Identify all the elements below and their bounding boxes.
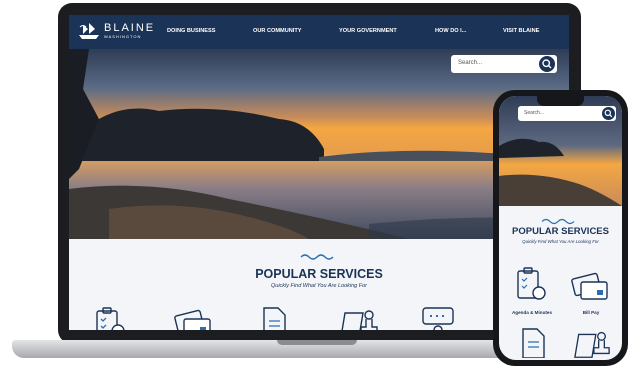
clipboard-clock-icon[interactable]	[515, 266, 549, 302]
search-bar[interactable]: Search...	[451, 55, 557, 73]
ship-icon	[79, 23, 99, 39]
search-icon	[604, 109, 613, 118]
wave-icon	[300, 254, 334, 260]
nav-our-community[interactable]: OUR COMMUNITY	[253, 28, 301, 34]
phone-popular-services-subtitle: Quickly Find What You Are Looking For	[522, 239, 599, 244]
nav-visit-blaine[interactable]: VISIT BLAINE	[503, 28, 539, 34]
search-button[interactable]	[539, 56, 555, 72]
document-icon[interactable]	[521, 328, 547, 358]
search-input[interactable]: Search...	[458, 60, 482, 66]
phone-hero-image: Search...	[499, 96, 622, 206]
main-navigation: BLAINE WASHINGTON DOING BUSINESS OUR COM…	[69, 15, 569, 49]
credit-card-icon[interactable]	[571, 270, 611, 302]
nav-how-do-i[interactable]: HOW DO I...	[435, 28, 466, 34]
document-icon[interactable]	[260, 307, 290, 330]
stamp-icon[interactable]	[573, 328, 611, 358]
credit-card-icon[interactable]	[174, 307, 214, 330]
phone-notch	[537, 96, 584, 106]
logo-subtitle: WASHINGTON	[104, 33, 142, 39]
phone-popular-services-title: POPULAR SERVICES	[512, 226, 609, 237]
laptop-hinge	[277, 340, 357, 345]
nav-doing-business[interactable]: DOING BUSINESS	[167, 28, 216, 34]
stamp-icon[interactable]	[339, 307, 379, 330]
clipboard-clock-icon[interactable]	[94, 307, 128, 330]
phone-search-bar[interactable]: Search...	[518, 106, 616, 121]
service-bill-pay[interactable]: Bill Pay	[566, 310, 616, 315]
service-agenda-minutes[interactable]: Agenda & Minutes	[507, 310, 557, 315]
search-icon	[542, 59, 552, 69]
logo-name: BLAINE	[104, 21, 156, 34]
phone-screen: Search... POPULAR SERVICES Quickly Find …	[499, 96, 622, 360]
phone-search-input[interactable]: Search...	[524, 110, 544, 116]
wave-icon	[541, 218, 575, 225]
phone-search-button[interactable]	[602, 107, 615, 120]
blaine-logo[interactable]: BLAINE WASHINGTON	[77, 21, 155, 41]
nav-your-government[interactable]: YOUR GOVERNMENT	[339, 28, 397, 34]
chat-person-icon[interactable]	[421, 307, 455, 330]
